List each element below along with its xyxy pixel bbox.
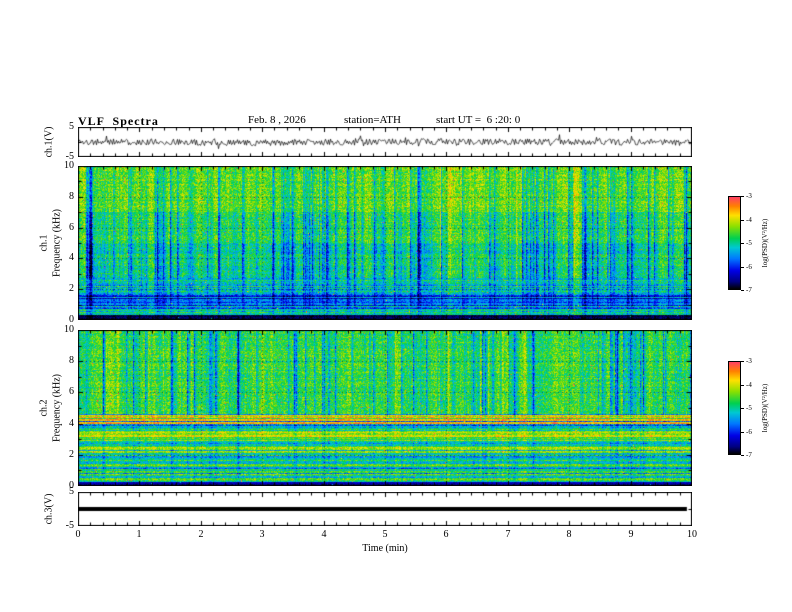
ch2-spec-ylabel-frequency: Frequency (kHz) [51, 373, 63, 443]
vlf-spectra-page: VLF Spectra Feb. 8 , 2026 station=ATH st… [0, 0, 792, 612]
x-tick-label: 3 [259, 529, 265, 540]
colorbar-tick-label: -4 [746, 216, 752, 224]
colorbar-tick-label: -5 [746, 239, 752, 247]
ch2-spectrogram-panel [78, 330, 692, 486]
colorbar1-label: log(PSD)(V²/Hz) [761, 218, 769, 268]
y-tick-label: 6 [69, 222, 74, 233]
ch1-spectrogram-panel [78, 166, 692, 320]
colorbar-tick [741, 361, 744, 362]
start-ut-label: start UT = 6 :20: 0 [436, 114, 521, 126]
x-tick-label: 5 [382, 529, 388, 540]
y-tick-label: 2 [69, 283, 74, 294]
colorbar-tick-label: -7 [746, 286, 752, 294]
colorbar-tick [741, 196, 744, 197]
y-tick-label: 2 [69, 449, 74, 460]
colorbar-tick [741, 432, 744, 433]
colorbar-tick-label: -7 [746, 451, 752, 459]
y-tick-label: 5 [69, 486, 74, 497]
x-axis-title: Time (min) [362, 543, 408, 554]
colorbar-tick [741, 220, 744, 221]
colorbar-tick-label: -4 [746, 381, 752, 389]
x-tick-label: 0 [75, 529, 81, 540]
colorbar-tick-label: -5 [746, 404, 752, 412]
y-tick-label: 4 [69, 418, 74, 429]
x-tick-label: 6 [443, 529, 449, 540]
colorbar-tick-label: -3 [746, 357, 752, 365]
colorbar-tick [741, 385, 744, 386]
colorbar-tick [741, 243, 744, 244]
ch2-spec-ylabel-channel: ch.2 [38, 399, 50, 417]
ch1-spec-ylabel-frequency: Frequency (kHz) [51, 208, 63, 278]
colorbar-tick [741, 267, 744, 268]
y-tick-label: 5 [69, 121, 74, 132]
x-tick-label: 7 [505, 529, 511, 540]
colorbar2-label: log(PSD)(V²/Hz) [761, 383, 769, 433]
x-tick-label: 9 [628, 529, 634, 540]
y-tick-label: 6 [69, 386, 74, 397]
x-tick-label: 8 [566, 529, 572, 540]
colorbar-ch1 [728, 196, 741, 290]
ch3-waveform-panel [78, 492, 692, 526]
colorbar-tick-label: -3 [746, 192, 752, 200]
colorbar-tick [741, 455, 744, 456]
ch1-waveform-panel [78, 127, 692, 157]
y-tick-label: 10 [64, 324, 74, 335]
x-tick-label: 2 [198, 529, 204, 540]
y-tick-label: 4 [69, 252, 74, 263]
station-label: station=ATH [344, 114, 401, 126]
colorbar-ch2 [728, 361, 741, 455]
x-tick-label: 4 [321, 529, 327, 540]
y-tick-label: 8 [69, 191, 74, 202]
y-tick-label: 10 [64, 160, 74, 171]
colorbar-tick [741, 408, 744, 409]
colorbar-tick-label: -6 [746, 428, 752, 436]
colorbar-tick [741, 290, 744, 291]
y-tick-label: 8 [69, 355, 74, 366]
date-label: Feb. 8 , 2026 [248, 114, 306, 126]
x-tick-label: 1 [136, 529, 142, 540]
x-tick-label: 10 [687, 529, 697, 540]
ch1-spec-ylabel-channel: ch.1 [38, 234, 50, 252]
colorbar-tick-label: -6 [746, 263, 752, 271]
